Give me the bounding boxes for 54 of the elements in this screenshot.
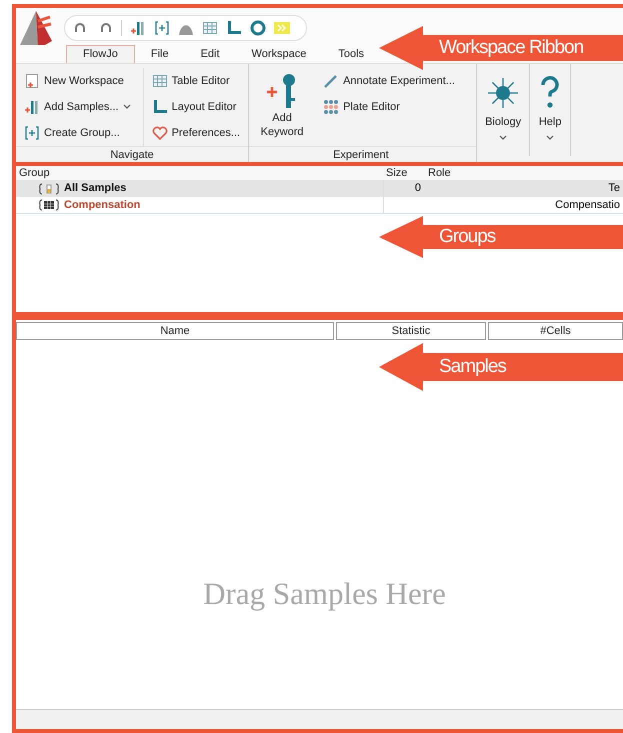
table-icon xyxy=(152,73,168,89)
caret-icon xyxy=(546,134,554,140)
tubes-icon xyxy=(24,99,40,115)
layout-icon xyxy=(226,20,242,36)
plate-icon xyxy=(323,99,340,115)
role-cell-text: Compensatio xyxy=(555,198,621,213)
ribbon-button[interactable]: Biology xyxy=(477,64,530,156)
circle-icon[interactable] xyxy=(250,20,266,36)
grid-bracket-icon xyxy=(38,199,60,211)
callout-label: Samples xyxy=(439,354,506,379)
group-name: All Samples xyxy=(64,181,126,196)
tube-bracket-icon xyxy=(38,182,60,194)
ribbon-button[interactable]: Add Samples... xyxy=(20,94,135,120)
table-icon xyxy=(202,20,218,36)
bracket-plus-icon xyxy=(154,20,170,36)
ribbon-button[interactable]: Preferences... xyxy=(148,120,244,146)
column-header: Name xyxy=(16,322,334,340)
ribbon-button[interactable]: New Workspace xyxy=(20,68,135,94)
ribbon-button[interactable]: Create Group... xyxy=(20,120,135,146)
ribbon-button[interactable]: Plate Editor xyxy=(319,94,459,120)
menu-tab[interactable]: Edit xyxy=(184,45,236,63)
menu-tab[interactable]: Tools xyxy=(322,45,380,63)
drop-hint: Drag Samples Here xyxy=(203,575,446,614)
ribbon-button[interactable]: Help xyxy=(530,64,572,156)
ribbon-group-title: Experiment xyxy=(249,146,476,162)
column-header: #Cells xyxy=(488,322,623,340)
ribbon-button[interactable]: Annotate Experiment... xyxy=(319,68,459,94)
virus-icon xyxy=(486,76,520,110)
column-header: Role xyxy=(427,166,451,180)
caret-icon xyxy=(499,134,508,140)
ribbon-button[interactable]: Layout Editor xyxy=(148,94,244,120)
group-row[interactable]: All Samples 0 Te xyxy=(16,180,623,197)
callout-label: Groups xyxy=(439,224,496,249)
tubes-icon xyxy=(130,20,146,36)
heart-icon xyxy=(152,125,168,141)
callout-label: Workspace Ribbon xyxy=(439,36,584,60)
column-header: Statistic xyxy=(336,322,486,340)
caret-icon xyxy=(122,104,131,110)
ribbon-button[interactable]: Table Editor xyxy=(148,68,244,94)
new-document-icon xyxy=(24,73,40,89)
group-name: Compensation xyxy=(64,198,140,213)
column-header: Group xyxy=(18,166,51,180)
role-cell-text: Te xyxy=(608,181,621,196)
bracket-plus-icon xyxy=(24,125,40,141)
menu-tab[interactable]: Workspace xyxy=(236,45,322,63)
group-row[interactable]: Compensation Compensatio xyxy=(16,197,623,214)
menu-tab[interactable]: FlowJo xyxy=(66,45,135,63)
add-keyword-button[interactable]: Add Keyword xyxy=(257,68,308,146)
layout-icon xyxy=(152,99,168,115)
column-header: Size xyxy=(385,166,408,180)
ribbon-group-title: Navigate xyxy=(16,146,248,162)
pencil-icon xyxy=(323,73,340,89)
size-cell: 0 xyxy=(414,182,421,194)
menu-tab[interactable]: File xyxy=(134,45,185,63)
